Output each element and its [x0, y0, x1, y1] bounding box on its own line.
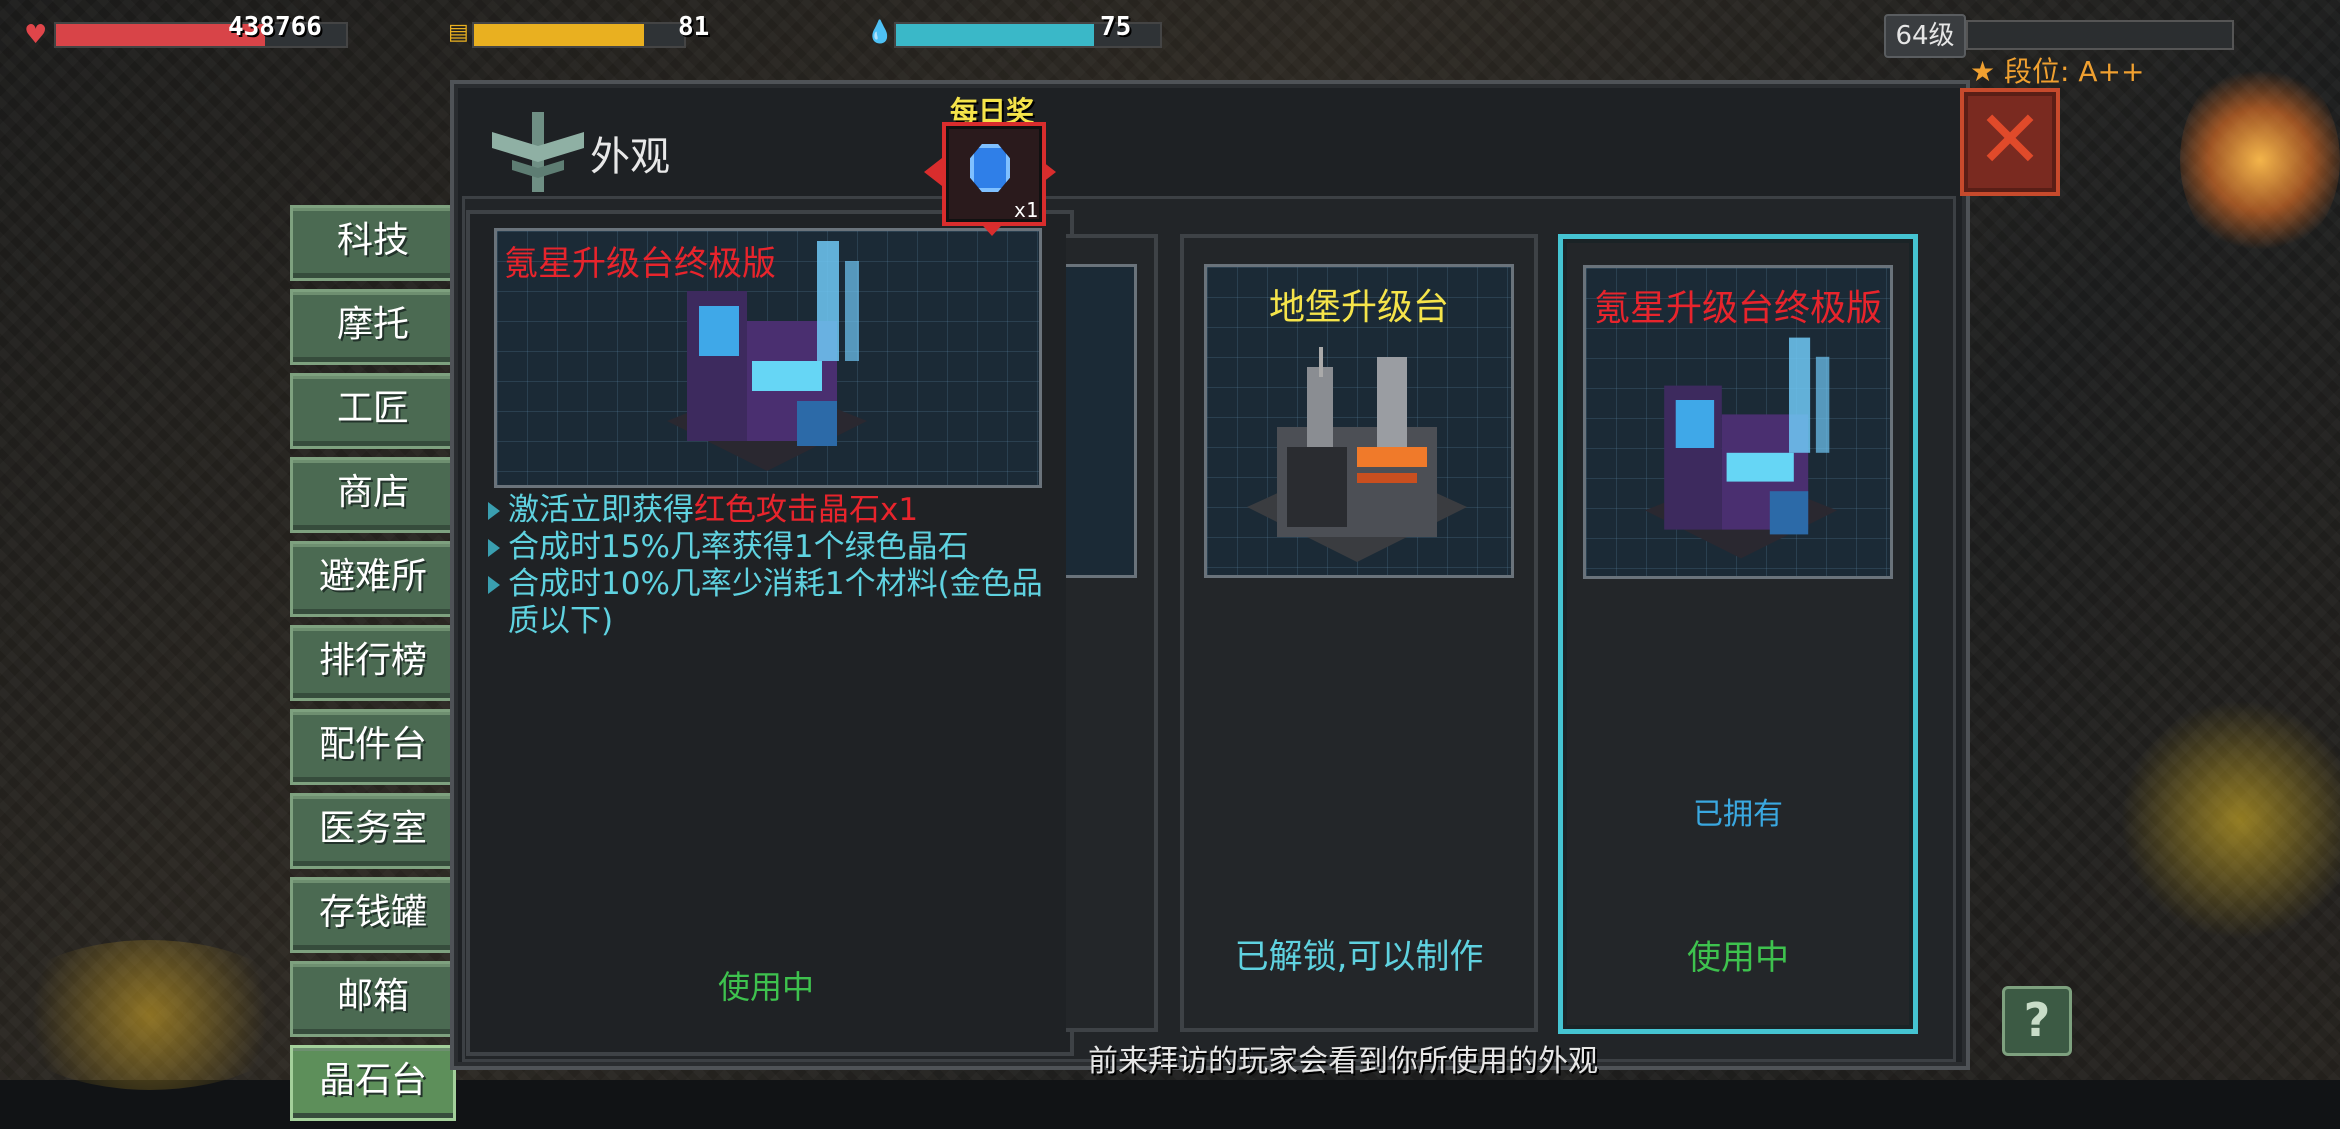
energy-value: 81: [678, 12, 710, 42]
close-button[interactable]: ✕: [1960, 88, 2060, 196]
tab-shelter[interactable]: 避难所: [290, 541, 456, 617]
tab-shop[interactable]: 商店: [290, 457, 456, 533]
bullet-arrow-icon: [488, 576, 500, 594]
daily-reward-slot[interactable]: x1: [942, 122, 1046, 226]
bullet-arrow-icon: [488, 539, 500, 557]
tab-craftsman[interactable]: 工匠: [290, 373, 456, 449]
pikachu-glow: [0, 940, 300, 1090]
help-button[interactable]: ?: [2002, 986, 2072, 1056]
energy-bar: [472, 22, 686, 48]
tab-crystal-bench[interactable]: 晶石台: [290, 1045, 456, 1121]
perk-text: 激活立即获得: [508, 492, 694, 528]
rank-text: 段位: A++: [2004, 55, 2145, 88]
perk-item: 激活立即获得红色攻击晶石x1: [484, 492, 1064, 529]
detail-skin-name: 氪星升级台终极版: [504, 244, 776, 284]
hp-value: 438766: [228, 12, 322, 42]
bunker-bench-illustration: [1247, 347, 1467, 562]
tab-infirmary[interactable]: 医务室: [290, 793, 456, 869]
level-badge: 64级: [1884, 14, 1966, 58]
appearance-icon: [492, 112, 584, 192]
water-drop-icon: 💧: [866, 20, 894, 45]
category-tabs: 科技 摩托 工匠 商店 避难所 排行榜 配件台 医务室 存钱罐 邮箱 晶石台: [290, 205, 456, 1129]
fire-glow: [2180, 60, 2340, 260]
rank-label: ★ 段位: A++: [1970, 50, 2144, 90]
perk-list: 激活立即获得红色攻击晶石x1 合成时15%几率获得1个绿色晶石 合成时10%几率…: [484, 492, 1064, 640]
star-icon: ★: [1970, 55, 1996, 88]
water-bar-fill: [896, 24, 1094, 46]
xp-bar: [1966, 20, 2234, 50]
tab-mailbox[interactable]: 邮箱: [290, 961, 456, 1037]
card-status: 已解锁,可以制作: [1234, 937, 1484, 977]
perk-text: 合成时15%几率获得1个绿色晶石: [508, 529, 969, 565]
tab-leaderboard[interactable]: 排行榜: [290, 625, 456, 701]
skin-card-partial[interactable]: 作: [1066, 234, 1158, 1032]
card-title: 地堡升级台: [1268, 287, 1449, 328]
tab-tech[interactable]: 科技: [290, 205, 456, 281]
tab-parts-bench[interactable]: 配件台: [290, 709, 456, 785]
perk-item: 合成时15%几率获得1个绿色晶石: [484, 529, 1064, 566]
battery-icon: ▤: [448, 20, 469, 45]
dialog-title: 外观: [590, 134, 670, 180]
detail-status: 使用中: [717, 968, 814, 1006]
energy-bar-fill: [474, 24, 645, 46]
heart-icon: ♥: [24, 20, 48, 50]
perk-item: 合成时10%几率少消耗1个材料(金色品质以下): [484, 566, 1064, 640]
card-title: 氪星升级台终极版: [1593, 288, 1882, 329]
portal-glow: [2120, 700, 2340, 940]
card-status: 使用中: [1687, 938, 1789, 978]
perk-text: 合成时10%几率少消耗1个材料(金色品质以下): [508, 566, 1043, 639]
daily-reward-arrow-left: [924, 158, 942, 186]
tab-motorcycle[interactable]: 摩托: [290, 289, 456, 365]
reward-quantity: x1: [1013, 198, 1038, 222]
skin-card-kryptonian[interactable]: 氪星升级台终极版 已拥有 使用中: [1558, 234, 1918, 1034]
footer-note: 前来拜访的玩家会看到你所使用的外观: [1088, 1044, 1598, 1079]
owned-label: 已拥有: [1693, 797, 1783, 832]
card-preview: [1066, 264, 1137, 578]
bullet-arrow-icon: [488, 502, 500, 520]
water-value: 75: [1100, 12, 1132, 42]
kryptonian-bench-illustration: [1645, 337, 1837, 559]
blue-gem-icon: [970, 144, 1010, 192]
perk-highlight: 红色攻击晶石x1: [694, 492, 919, 528]
skin-card-bunker[interactable]: 地堡升级台 已解锁,可以制作: [1180, 234, 1538, 1032]
tab-piggy-bank[interactable]: 存钱罐: [290, 877, 456, 953]
